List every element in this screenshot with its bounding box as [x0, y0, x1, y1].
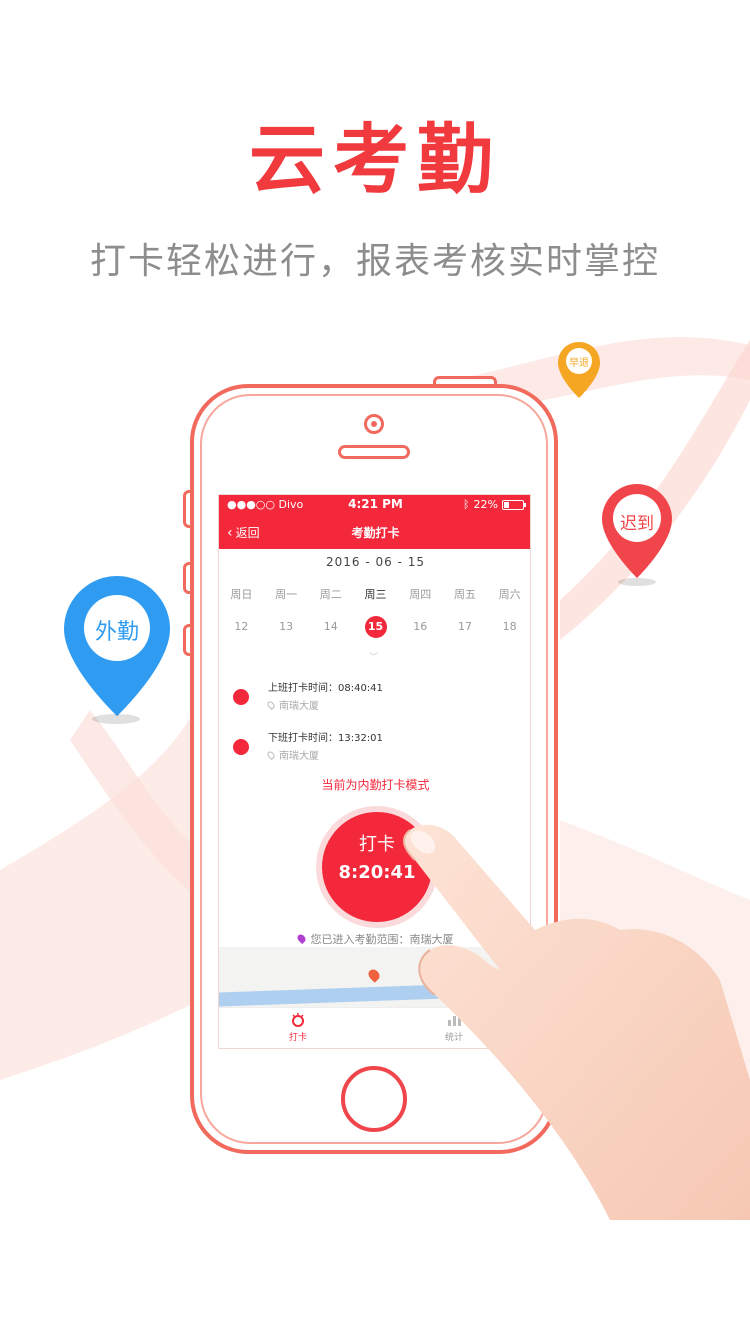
headline-title: 云考勤: [249, 115, 501, 204]
expand-chevron-icon[interactable]: ﹀: [369, 650, 378, 663]
check-in-record: 上班打卡时间：08:40:41 南瑞大厦: [219, 679, 530, 719]
weekday-header: 周日 周一 周二 周三 周四 周五 周六: [219, 586, 530, 602]
day-cell-selected[interactable]: 15: [353, 615, 398, 639]
early-leave-label: 早退: [569, 358, 589, 369]
tab-punch-label: 打卡: [288, 1033, 307, 1043]
weekday-label: 周四: [409, 588, 432, 601]
field-work-label: 外勤: [94, 620, 139, 645]
day-cell[interactable]: 18: [487, 615, 530, 639]
battery-percent: 22%: [473, 498, 498, 511]
status-bar: ●●●○○ Divo 4:21 PM ᛒ 22%: [219, 497, 530, 513]
punch-tab-icon: [292, 1013, 304, 1027]
day-cell[interactable]: 14: [308, 615, 353, 639]
weekday-label: 周二: [319, 588, 342, 601]
battery-status: ᛒ 22%: [462, 498, 526, 511]
battery-icon: [502, 499, 526, 510]
late-marker-shadow: [618, 578, 656, 586]
check-out-record: 下班打卡时间：13:32:01 南瑞大厦: [219, 729, 530, 769]
record-dot: [233, 689, 249, 705]
check-out-location: 南瑞大厦: [266, 747, 319, 762]
weekday-label: 周五: [453, 588, 476, 601]
pointing-hand-illustration: [403, 824, 750, 1220]
day-cell[interactable]: 13: [264, 615, 309, 639]
nav-bar: ‹ 返回 考勤打卡: [219, 519, 530, 545]
check-out-time: 下班打卡时间：13:32:01: [268, 733, 383, 744]
location-pin-icon: [266, 749, 276, 760]
tab-punch[interactable]: 打卡: [268, 1012, 328, 1043]
attendance-mode: 当前为内勤打卡模式: [321, 778, 430, 792]
check-in-time: 上班打卡时间：08:40:41: [268, 683, 383, 694]
check-out-place: 南瑞大厦: [279, 751, 319, 762]
day-cell[interactable]: 12: [219, 615, 264, 639]
check-in-place: 南瑞大厦: [279, 701, 319, 712]
map-location-pin-icon: [366, 967, 382, 983]
weekday-label: 周三: [364, 588, 387, 601]
headline-subtitle: 打卡轻松进行，报表考核实时掌控: [89, 241, 660, 282]
record-dot: [233, 739, 249, 755]
day-cell[interactable]: 16: [398, 615, 443, 639]
early-leave-marker: [558, 342, 600, 398]
late-label: 迟到: [620, 514, 654, 534]
day-cell[interactable]: 17: [443, 615, 488, 639]
location-pin-icon: [295, 932, 307, 945]
weekday-label: 周日: [230, 588, 253, 601]
field-work-marker: [64, 576, 170, 716]
front-camera: [364, 414, 384, 434]
day-selector: 12 13 14 15 16 17 18: [219, 615, 530, 639]
bluetooth-icon: ᛒ: [462, 498, 470, 511]
screen-title: 考勤打卡: [351, 526, 400, 540]
app-header: ●●●○○ Divo 4:21 PM ᛒ 22% ‹ 返回 考勤打卡: [219, 495, 530, 549]
check-in-location: 南瑞大厦: [266, 697, 319, 712]
current-date: 2016 - 06 - 15: [326, 555, 425, 569]
weekday-label: 周六: [498, 588, 521, 601]
field-work-marker-shadow: [92, 714, 140, 724]
weekday-label: 周一: [275, 588, 298, 601]
location-pin-icon: [266, 699, 276, 710]
selected-day-number: 15: [364, 616, 387, 638]
earpiece-speaker: [338, 445, 410, 459]
